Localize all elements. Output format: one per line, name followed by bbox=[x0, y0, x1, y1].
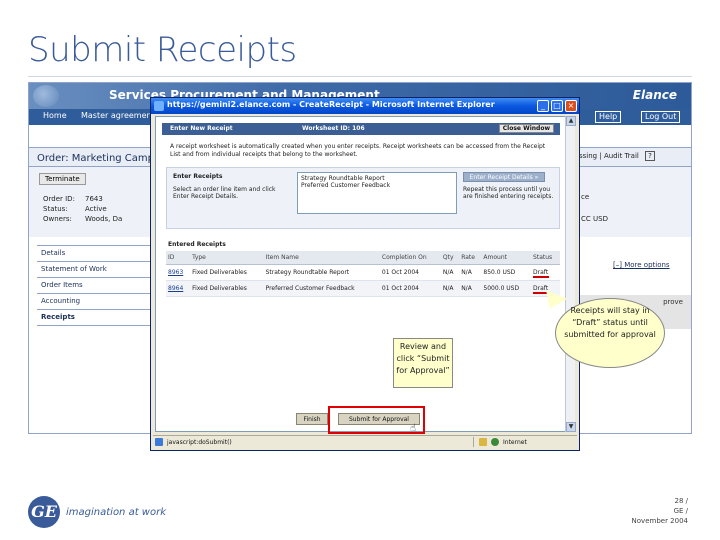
minimize-icon[interactable]: _ bbox=[537, 100, 549, 112]
receipt-completion: 01 Oct 2004 bbox=[379, 280, 441, 297]
ie-content: Enter New Receipt Worksheet ID: 106 Clos… bbox=[155, 116, 567, 432]
col-completion: Completion On bbox=[379, 251, 441, 265]
repeat-instructions: Repeat this process until you are finish… bbox=[463, 186, 554, 200]
processing-link[interactable]: ssing bbox=[579, 152, 597, 160]
nav-master-agreement[interactable]: Master agreement bbox=[81, 111, 155, 120]
right-misc-1: ce bbox=[581, 193, 590, 201]
menu-accounting[interactable]: Accounting bbox=[37, 294, 151, 310]
receipt-type: Fixed Deliverables bbox=[190, 264, 264, 281]
enter-new-receipt-heading: Enter New Receipt bbox=[170, 125, 233, 132]
nav-logout[interactable]: Log Out bbox=[641, 111, 681, 123]
slide-title: Submit Receipts bbox=[28, 30, 297, 70]
worksheet-header: Enter New Receipt Worksheet ID: 106 Clos… bbox=[162, 123, 560, 135]
vertical-scrollbar[interactable]: ▲ ▼ bbox=[565, 116, 576, 432]
scroll-up-icon[interactable]: ▲ bbox=[566, 116, 576, 126]
title-rule bbox=[28, 76, 692, 77]
menu-receipts[interactable]: Receipts bbox=[37, 310, 151, 326]
status-text: javascript:doSubmit() bbox=[167, 439, 232, 446]
receipt-qty: N/A bbox=[440, 280, 460, 297]
terminate-button[interactable]: Terminate bbox=[39, 173, 86, 185]
maximize-icon[interactable]: □ bbox=[551, 100, 563, 112]
menu-order-items[interactable]: Order Items bbox=[37, 278, 151, 294]
page-icon bbox=[155, 438, 163, 446]
help-icon[interactable]: ? bbox=[645, 151, 655, 161]
enter-receipts-heading: Enter Receipts bbox=[173, 173, 223, 180]
company-label: GE / bbox=[673, 507, 688, 515]
col-type: Type bbox=[190, 251, 264, 265]
ie-title: https://gemini2.elance.com - CreateRecei… bbox=[167, 100, 495, 109]
close-icon[interactable]: × bbox=[565, 100, 577, 112]
zone-label: Internet bbox=[503, 439, 527, 446]
receipt-amount: 850.0 USD bbox=[481, 264, 532, 281]
col-item-name: Item Name bbox=[263, 251, 380, 265]
col-status: Status bbox=[531, 251, 560, 265]
footer-date: November 2004 bbox=[631, 517, 688, 525]
receipt-qty: N/A bbox=[440, 264, 460, 281]
status-highlight bbox=[533, 276, 550, 278]
ie-status-bar: javascript:doSubmit() Internet bbox=[153, 435, 577, 448]
right-options: ssing | Audit Trail ? bbox=[579, 151, 655, 161]
review-callout: Review and click “Submit for Approval” bbox=[393, 338, 453, 388]
receipts-table: ID Type Item Name Completion On Qty Rate… bbox=[166, 251, 560, 297]
approve-text: prove bbox=[663, 298, 683, 306]
table-row: 8963 Fixed Deliverables Strategy Roundta… bbox=[166, 264, 560, 281]
enter-receipt-details-button[interactable]: Enter Receipt Details » bbox=[463, 172, 545, 182]
order-title: Order: Marketing Camp bbox=[37, 153, 155, 164]
status-field: Status: Active bbox=[43, 205, 107, 213]
owners-field: Owners: Woods, Da bbox=[43, 215, 123, 223]
lock-icon bbox=[479, 438, 487, 446]
receipt-completion: 01 Oct 2004 bbox=[379, 264, 441, 281]
ie-icon bbox=[154, 101, 164, 111]
receipt-id-link[interactable]: 8964 bbox=[166, 280, 191, 297]
col-rate: Rate bbox=[459, 251, 482, 265]
receipt-rate: N/A bbox=[459, 264, 482, 281]
order-id-field: Order ID: 7643 bbox=[43, 195, 103, 203]
table-row: 8964 Fixed Deliverables Preferred Custom… bbox=[166, 280, 560, 297]
status-divider bbox=[473, 437, 474, 447]
right-misc-2: CC USD bbox=[581, 215, 608, 223]
col-qty: Qty bbox=[440, 251, 460, 265]
list-item[interactable]: Strategy Roundtable Report bbox=[301, 175, 453, 182]
receipt-item: Preferred Customer Feedback bbox=[263, 280, 380, 297]
audit-trail-link[interactable]: Audit Trail bbox=[604, 152, 639, 160]
col-amount: Amount bbox=[481, 251, 532, 265]
menu-statement-of-work[interactable]: Statement of Work bbox=[37, 262, 151, 278]
list-item[interactable]: Preferred Customer Feedback bbox=[301, 182, 453, 189]
enter-receipts-instructions: Select an order line item and click Ente… bbox=[173, 186, 276, 200]
line-item-list[interactable]: Strategy Roundtable Report Preferred Cus… bbox=[297, 172, 457, 214]
col-id: ID bbox=[166, 251, 191, 265]
worksheet-id: Worksheet ID: 106 bbox=[302, 125, 365, 132]
brand-logo: Elance bbox=[632, 88, 677, 102]
mouse-cursor-icon: ☝ bbox=[410, 423, 417, 434]
menu-details[interactable]: Details bbox=[37, 246, 151, 262]
side-menu: Details Statement of Work Order Items Ac… bbox=[37, 245, 151, 326]
slide-footer: 28 / GE / November 2004 bbox=[632, 496, 688, 526]
receipt-status: Draft bbox=[531, 264, 560, 281]
finish-button[interactable]: Finish bbox=[296, 413, 328, 425]
worksheet-description: A receipt worksheet is automatically cre… bbox=[170, 143, 546, 158]
ie-titlebar: https://gemini2.elance.com - CreateRecei… bbox=[151, 98, 579, 114]
globe-icon bbox=[33, 85, 59, 107]
enter-receipts-panel: Enter Receipts Select an order line item… bbox=[166, 167, 560, 229]
internet-zone-icon bbox=[491, 438, 499, 446]
nav-home[interactable]: Home bbox=[43, 111, 67, 120]
ge-logo: GE bbox=[28, 496, 60, 528]
table-header-row: ID Type Item Name Completion On Qty Rate… bbox=[166, 251, 560, 265]
receipt-rate: N/A bbox=[459, 280, 482, 297]
receipt-id-link[interactable]: 8963 bbox=[166, 264, 191, 281]
scroll-down-icon[interactable]: ▼ bbox=[566, 422, 576, 432]
receipt-item: Strategy Roundtable Report bbox=[263, 264, 380, 281]
more-options-link[interactable]: [–] More options bbox=[613, 261, 670, 269]
tagline: imagination at work bbox=[66, 507, 166, 518]
receipt-amount: 5000.0 USD bbox=[481, 280, 532, 297]
ie-window: https://gemini2.elance.com - CreateRecei… bbox=[150, 97, 580, 451]
page-number: 28 / bbox=[674, 497, 689, 505]
nav-help[interactable]: Help bbox=[595, 111, 622, 123]
close-window-button[interactable]: Close Window bbox=[498, 124, 554, 133]
draft-status-callout: Receipts will stay in “Draft” status unt… bbox=[555, 298, 665, 368]
receipt-type: Fixed Deliverables bbox=[190, 280, 264, 297]
entered-receipts-heading: Entered Receipts bbox=[168, 241, 226, 248]
